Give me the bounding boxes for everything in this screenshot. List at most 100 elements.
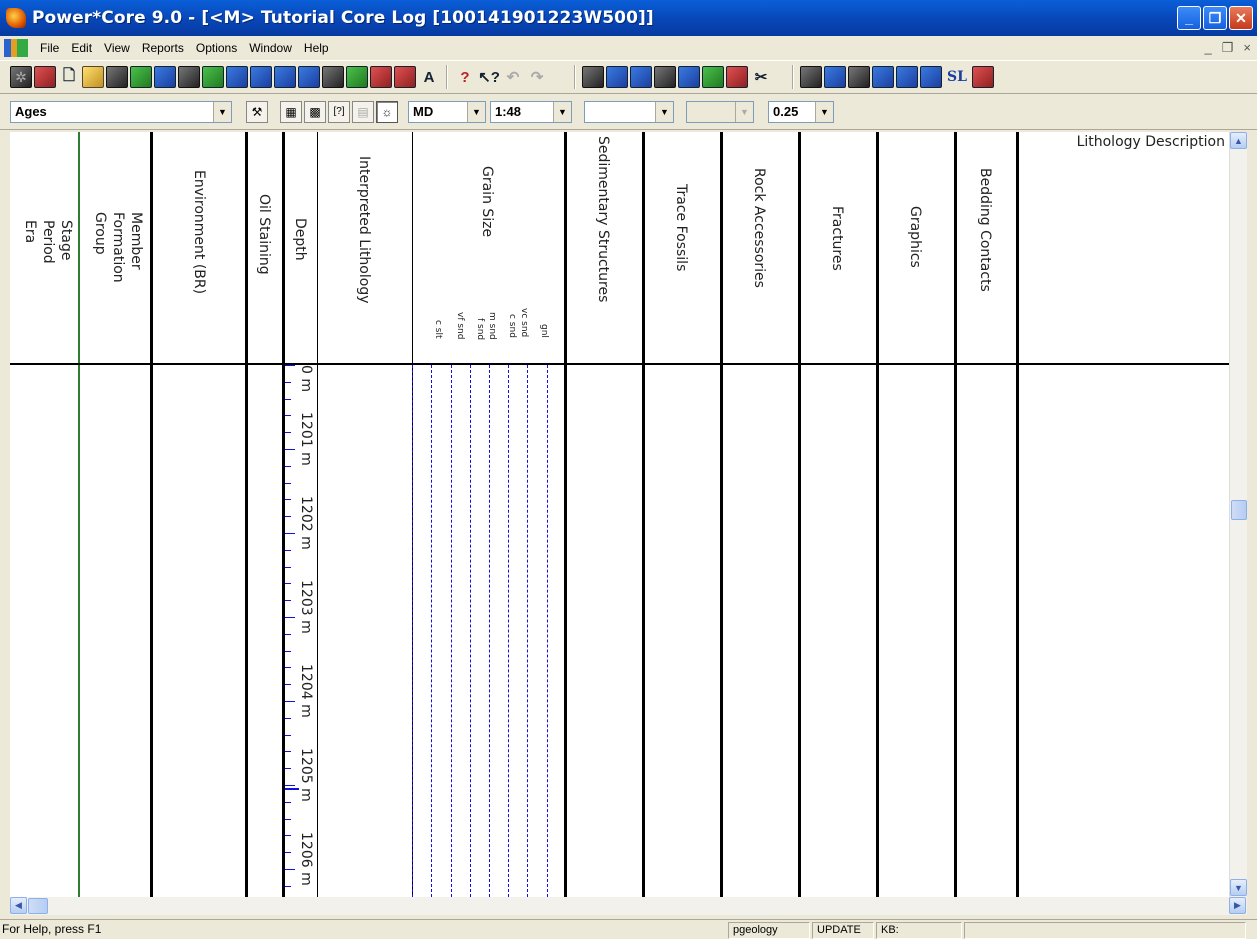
- header-bedding-contacts-column[interactable]: Bedding Contacts: [957, 132, 1016, 363]
- well-icon[interactable]: [34, 66, 56, 88]
- mdi-minimize-button[interactable]: _: [1205, 40, 1212, 56]
- core-icon[interactable]: [394, 66, 416, 88]
- chevron-down-icon[interactable]: ▼: [735, 101, 753, 122]
- document-icon[interactable]: [4, 39, 28, 57]
- chevron-down-icon[interactable]: ▼: [553, 101, 571, 122]
- log-icon[interactable]: [178, 66, 200, 88]
- filter-tools-icon[interactable]: ⚒: [246, 100, 268, 123]
- title-bar[interactable]: Power*Core 9.0 - [<M> Tutorial Core Log …: [0, 0, 1257, 36]
- disabled-grid-icon[interactable]: ▤: [352, 100, 374, 123]
- redo-icon[interactable]: ↷: [526, 66, 548, 88]
- status-mode: UPDATE: [812, 922, 874, 939]
- header-oil-staining-column[interactable]: Oil Staining: [248, 132, 282, 363]
- track-edit-icon[interactable]: [726, 66, 748, 88]
- header-depth-column[interactable]: Depth: [285, 132, 317, 363]
- track-layout-icon[interactable]: [702, 66, 724, 88]
- log-track-icon[interactable]: [226, 66, 248, 88]
- sl-button[interactable]: SL: [944, 69, 970, 85]
- track-icon[interactable]: [250, 66, 272, 88]
- font-icon[interactable]: A: [418, 66, 440, 88]
- view-select-icon[interactable]: [848, 66, 870, 88]
- track-move-icon[interactable]: [606, 66, 628, 88]
- chart-icon[interactable]: [202, 66, 224, 88]
- view-panel3-icon[interactable]: [920, 66, 942, 88]
- vertical-scrollbar[interactable]: ▲ ▼: [1229, 132, 1247, 897]
- edit-data-icon[interactable]: [130, 66, 152, 88]
- view-move-icon[interactable]: [824, 66, 846, 88]
- new-file-icon[interactable]: 🗋: [58, 66, 80, 88]
- chevron-down-icon[interactable]: ▼: [815, 101, 833, 122]
- grid-icon[interactable]: ✲: [10, 66, 32, 88]
- track-list-icon[interactable]: [678, 66, 700, 88]
- header-sed-structures-column[interactable]: Sedimentary Structures: [567, 132, 642, 363]
- menu-edit[interactable]: Edit: [65, 41, 98, 55]
- chevron-down-icon[interactable]: ▼: [467, 101, 485, 122]
- scroll-right-icon[interactable]: ▶: [1229, 897, 1246, 914]
- core-log-canvas[interactable]: Stage Period Era Member Formation Group …: [10, 132, 1229, 897]
- view-panel-icon[interactable]: [872, 66, 894, 88]
- view-panel2-icon[interactable]: [896, 66, 918, 88]
- menu-file[interactable]: File: [34, 41, 65, 55]
- header-lithology-column[interactable]: Interpreted Lithology: [318, 132, 412, 363]
- mdi-close-button[interactable]: ×: [1243, 40, 1251, 56]
- track-insert-icon[interactable]: [630, 66, 652, 88]
- scroll-left-icon[interactable]: ◀: [10, 897, 27, 914]
- header-rock-accessories-column[interactable]: Rock Accessories: [723, 132, 798, 363]
- header-lithology-description-column[interactable]: Lithology Description: [1019, 132, 1229, 363]
- mdi-restore-button[interactable]: ❐: [1222, 40, 1234, 56]
- image-icon[interactable]: [346, 66, 368, 88]
- ages-select[interactable]: Ages ▼: [10, 100, 232, 123]
- print-icon[interactable]: [106, 66, 128, 88]
- photo-icon[interactable]: [370, 66, 392, 88]
- header-grain-size-column[interactable]: Grain Size gnl vc snd c snd m snd f snd …: [413, 132, 564, 363]
- header-trace-fossils-column[interactable]: Trace Fossils: [645, 132, 720, 363]
- depth-cursor-marker: [285, 788, 299, 790]
- scale-select[interactable]: 1:48 ▼: [490, 100, 572, 123]
- track-properties-icon[interactable]: [582, 66, 604, 88]
- header-fractures-column[interactable]: Fractures: [801, 132, 876, 363]
- depth-type-select[interactable]: MD ▼: [408, 100, 486, 123]
- chevron-down-icon[interactable]: ▼: [655, 101, 673, 122]
- view-split-icon[interactable]: [800, 66, 822, 88]
- header-group-column[interactable]: Member Formation Group: [80, 132, 150, 363]
- menu-reports[interactable]: Reports: [136, 41, 190, 55]
- table-icon[interactable]: [322, 66, 344, 88]
- header-era-column[interactable]: Stage Period Era: [10, 132, 78, 363]
- template-icon[interactable]: [298, 66, 320, 88]
- bracket-icon[interactable]: [?]: [328, 100, 350, 123]
- interval-select[interactable]: 0.25 ▼: [768, 100, 834, 123]
- header-oil-staining: Oil Staining: [256, 194, 272, 275]
- minimize-button[interactable]: _: [1177, 6, 1201, 30]
- scroll-up-icon[interactable]: ▲: [1230, 132, 1247, 149]
- blank-select[interactable]: ▼: [584, 100, 674, 123]
- settings-data-icon[interactable]: [154, 66, 176, 88]
- close-button[interactable]: ✕: [1229, 6, 1253, 30]
- horizontal-scroll-thumb[interactable]: [28, 898, 48, 914]
- app-icon[interactable]: [6, 8, 26, 28]
- depth-track-icon[interactable]: [274, 66, 296, 88]
- color-chart-icon[interactable]: ▩: [304, 100, 326, 123]
- header-graphics-column[interactable]: Graphics: [879, 132, 954, 363]
- scroll-down-icon[interactable]: ▼: [1230, 879, 1247, 896]
- lightbulb-icon[interactable]: ☼: [376, 100, 398, 123]
- menu-view[interactable]: View: [98, 41, 136, 55]
- open-folder-icon[interactable]: [82, 66, 104, 88]
- color-bar-icon[interactable]: [971, 66, 994, 88]
- track-tools-icon[interactable]: ✂: [750, 66, 772, 88]
- restore-button[interactable]: ❐: [1203, 6, 1227, 30]
- photo-library-icon[interactable]: ▦: [280, 100, 302, 123]
- menu-help[interactable]: Help: [298, 41, 335, 55]
- horizontal-scrollbar[interactable]: ◀ ▶: [10, 897, 1247, 915]
- vertical-scroll-thumb[interactable]: [1231, 500, 1247, 520]
- chevron-down-icon[interactable]: ▼: [213, 101, 231, 122]
- menu-window[interactable]: Window: [243, 41, 298, 55]
- header-environment-column[interactable]: Environment (BR): [153, 132, 245, 363]
- disabled-select[interactable]: ▼: [686, 100, 754, 123]
- menu-options[interactable]: Options: [190, 41, 243, 55]
- track-grid-icon[interactable]: [654, 66, 676, 88]
- undo-icon[interactable]: ↶: [502, 66, 524, 88]
- help-icon[interactable]: ?: [454, 66, 476, 88]
- context-help-icon[interactable]: ↖?: [478, 66, 500, 88]
- grain-size-gridline: [547, 365, 548, 897]
- depth-tick: [285, 717, 291, 719]
